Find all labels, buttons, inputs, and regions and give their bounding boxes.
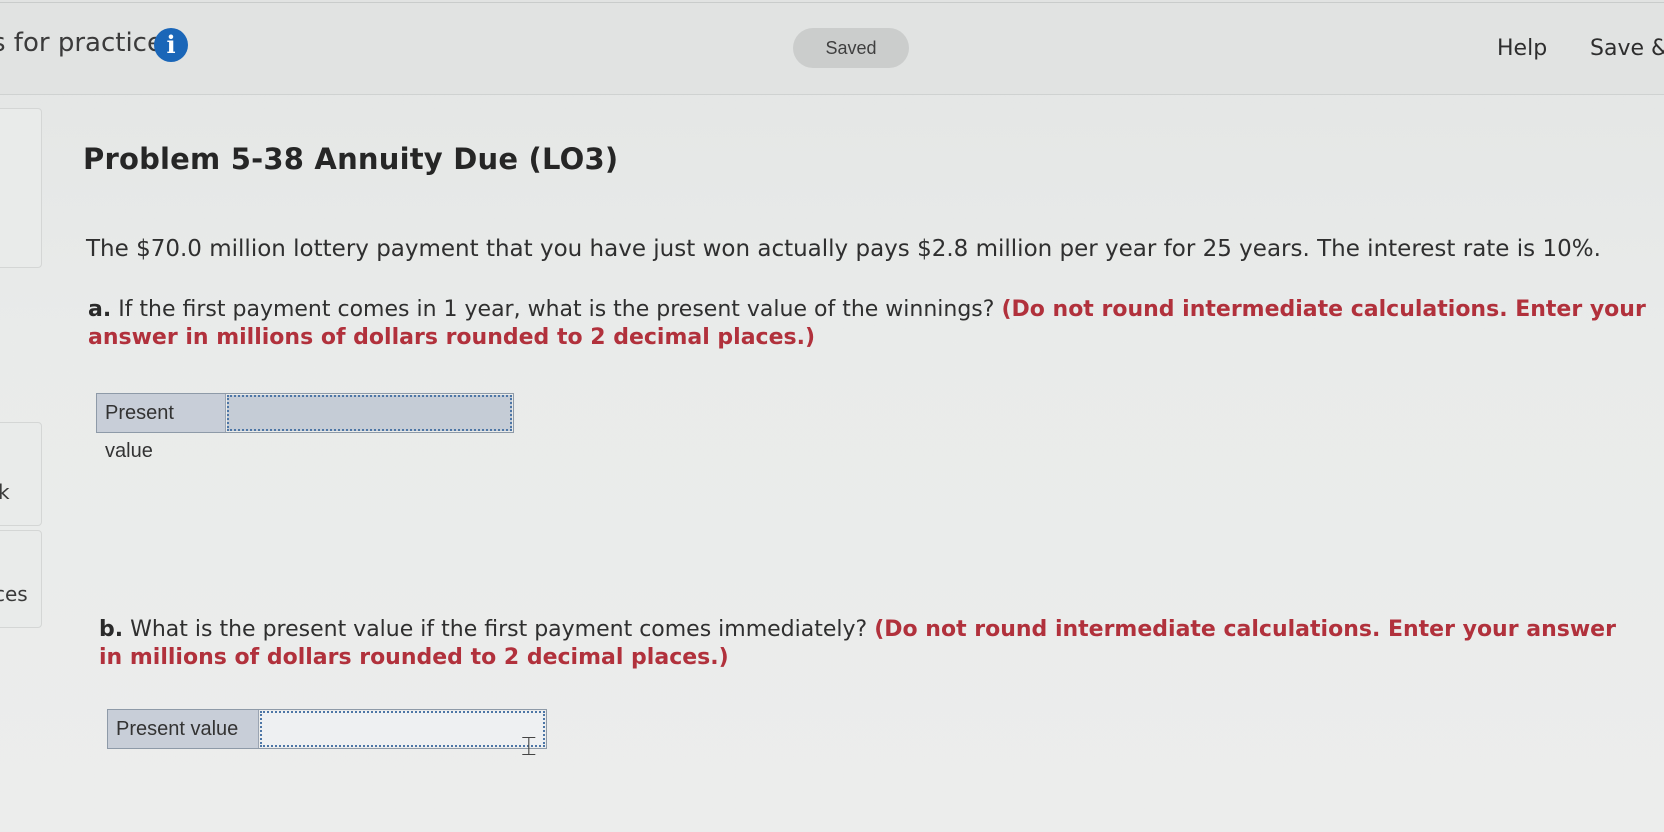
question-letter: a. — [88, 297, 112, 322]
sidebar-card-top[interactable] — [0, 108, 42, 268]
present-value-input-b[interactable] — [260, 711, 545, 747]
sidebar-card-item-1[interactable] — [0, 422, 42, 526]
present-value-label: Present value — [97, 394, 226, 462]
question-b: b. What is the present value if the firs… — [99, 616, 1639, 672]
top-bar: s for practice i Saved Help Save & — [0, 0, 1664, 95]
saved-status-badge: Saved — [793, 28, 909, 68]
assignment-title: s for practice — [0, 28, 163, 58]
text-cursor-icon: ⌶ — [521, 731, 537, 761]
question-a: a. If the first payment comes in 1 year,… — [88, 296, 1648, 352]
info-icon[interactable]: i — [154, 28, 188, 62]
sidebar-item-label: ces — [0, 582, 28, 606]
answer-row-a: Present value — [96, 393, 514, 462]
save-exit-button[interactable]: Save & — [1590, 36, 1664, 61]
sidebar-card-item-2[interactable] — [0, 530, 42, 628]
present-value-input-a[interactable] — [227, 395, 512, 431]
question-letter: b. — [99, 617, 124, 642]
answer-row-b: Present value — [107, 709, 547, 749]
problem-title: Problem 5-38 Annuity Due (LO3) — [83, 142, 619, 176]
question-text: If the first payment comes in 1 year, wh… — [111, 297, 1002, 322]
problem-stem: The $70.0 million lottery payment that y… — [86, 236, 1601, 262]
present-value-label: Present value — [108, 710, 259, 748]
help-link[interactable]: Help — [1497, 36, 1547, 61]
question-text: What is the present value if the first p… — [123, 617, 875, 642]
sidebar-item-label: k — [0, 480, 10, 504]
